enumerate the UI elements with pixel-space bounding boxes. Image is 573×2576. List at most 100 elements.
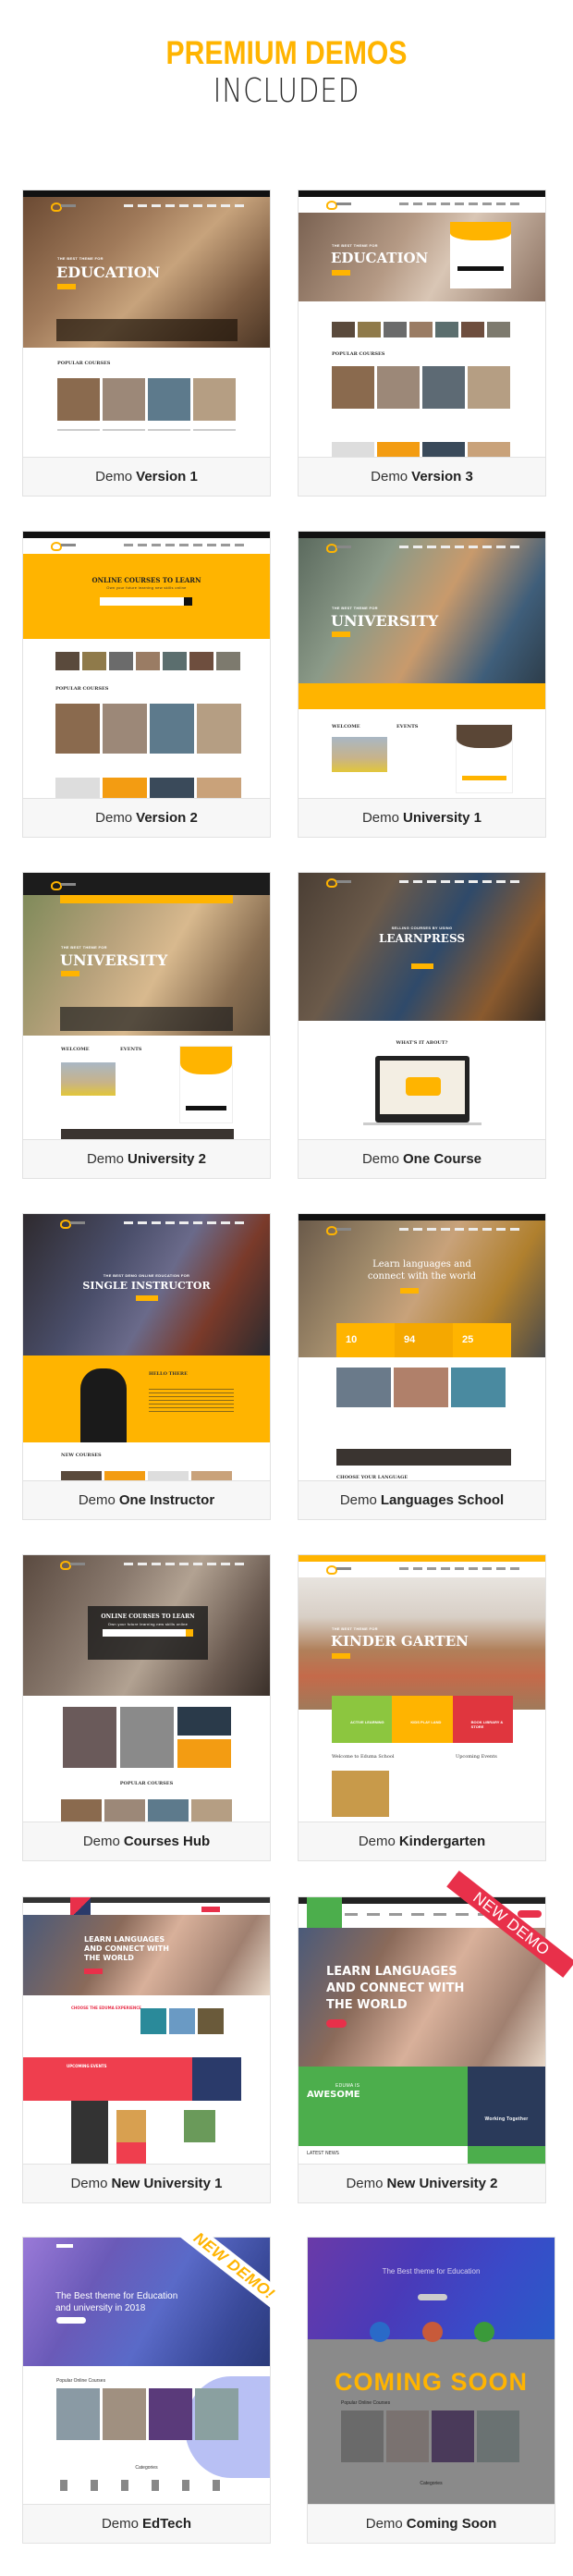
demo-label[interactable]: Demo Languages School — [299, 1481, 545, 1519]
section-title: WELCOME — [61, 1047, 90, 1052]
demo-card-university-1[interactable]: THE BEST THEME FOR UNIVERSITY WELCOME EV… — [298, 531, 546, 838]
logo-icon — [51, 881, 77, 890]
thumb-nav — [124, 544, 244, 546]
demo-label[interactable]: Demo Kindergarten — [299, 1822, 545, 1860]
hero-button — [400, 1288, 419, 1294]
demo-card-languages-school[interactable]: Learn languages and connect with the wor… — [298, 1213, 546, 1520]
label-prefix: Demo — [95, 469, 133, 485]
demo-card-kindergarten[interactable]: THE BEST THEME FOR KINDER GARTEN ACTIVE … — [298, 1554, 546, 1861]
demo-screenshot[interactable]: THE BEST THEME FOR EDUCATION POPULAR COU… — [23, 190, 270, 458]
demo-name: Languages School — [380, 1492, 505, 1508]
demo-label[interactable]: Demo Coming Soon — [308, 2505, 555, 2543]
demo-card-new-university-1[interactable]: LEARN LANGUAGES AND CONNECT WITH THE WOR… — [22, 1896, 271, 2203]
section-title-2: EVENTS — [120, 1047, 142, 1052]
category-icons — [60, 2480, 236, 2491]
demo-screenshot[interactable]: THE BEST THEME FOR UNIVERSITY WELCOME EV… — [23, 873, 270, 1140]
demo-label[interactable]: Demo Courses Hub — [23, 1822, 270, 1860]
hero-title: EDUCATION — [331, 250, 429, 266]
label-prefix: Demo — [339, 1492, 377, 1508]
hero-subtitle: Own your future learning new skills onli… — [106, 585, 187, 590]
demo-card-version-1[interactable]: THE BEST THEME FOR EDUCATION POPULAR COU… — [22, 190, 271, 497]
hero-image: THE BEST THEME FOR UNIVERSITY — [299, 538, 545, 683]
demo-card-edtech[interactable]: The Best theme for Education and univers… — [22, 2213, 299, 2544]
course-thumbs — [61, 1471, 232, 1480]
demo-screenshot[interactable]: SELLING COURSES BY USING LEARNPRESS WHAT… — [299, 873, 545, 1140]
course-thumbs — [332, 366, 510, 409]
section-title: Popular Online Courses — [341, 2400, 391, 2406]
course-thumbs — [56, 2388, 238, 2440]
hero-kicker: THE BEST THEME FOR — [61, 945, 107, 950]
thumb-topbar — [299, 1214, 545, 1221]
demo-screenshot[interactable]: THE BEST THEME FOR UNIVERSITY WELCOME EV… — [299, 532, 545, 799]
demo-label[interactable]: Demo University 2 — [23, 1140, 270, 1178]
section-title: CHOOSE THE EDUMA EXPERIENCE — [71, 2006, 141, 2010]
demo-screenshot[interactable]: THE BEST THEME FOR EDUCATION POPULAR COU… — [299, 190, 545, 458]
demo-label[interactable]: Demo One Course — [299, 1140, 545, 1178]
search-box: ONLINE COURSES TO LEARN Own your future … — [88, 1606, 208, 1660]
feature-icon-green — [474, 2322, 494, 2342]
thumb-nav — [124, 1221, 244, 1224]
logo-icon — [326, 544, 352, 553]
demo-label[interactable]: Demo University 1 — [299, 799, 545, 837]
demo-card-one-course[interactable]: SELLING COURSES BY USING LEARNPRESS WHAT… — [298, 872, 546, 1179]
demo-name: Kindergarten — [398, 1834, 486, 1849]
hero-title: ONLINE COURSES TO LEARN — [101, 1613, 195, 1620]
demo-screenshot[interactable]: THE BEST DEMO ONLINE EDUCATION FOR SINGL… — [23, 1214, 270, 1481]
demo-screenshot[interactable]: LEARN LANGUAGES AND CONNECT WITH THE WOR… — [299, 1897, 545, 2165]
hero-image: THE BEST THEME FOR EDUCATION — [299, 213, 545, 301]
demo-card-version-3[interactable]: THE BEST THEME FOR EDUCATION POPULAR COU… — [298, 190, 546, 497]
label-prefix: Demo — [101, 2516, 139, 2532]
demo-screenshot[interactable]: THE BEST THEME FOR KINDER GARTEN ACTIVE … — [299, 1555, 545, 1822]
course-thumbs — [341, 2410, 519, 2462]
demo-name: One Instructor — [118, 1492, 215, 1508]
demo-card-version-2[interactable]: ONLINE COURSES TO LEARN Own your future … — [22, 531, 271, 838]
hero-title-2: AND CONNECT WITH — [84, 1944, 169, 1953]
course-thumbs — [55, 704, 241, 754]
demo-label[interactable]: Demo EdTech — [23, 2505, 270, 2543]
demo-card-coming-soon[interactable]: The Best theme for Education Popular Onl… — [307, 2237, 555, 2544]
hero-button — [136, 1295, 158, 1301]
hero-kicker: SELLING COURSES BY USING — [391, 926, 453, 930]
demo-card-courses-hub[interactable]: ONLINE COURSES TO LEARN Own your future … — [22, 1554, 271, 1861]
demo-screenshot[interactable]: ONLINE COURSES TO LEARN Own your future … — [23, 1555, 270, 1822]
feature-icon-blue — [370, 2322, 390, 2342]
demo-label[interactable]: Demo Version 1 — [23, 458, 270, 496]
hero-image: SELLING COURSES BY USING LEARNPRESS — [299, 873, 545, 1021]
section-title-2: Categories — [420, 2481, 443, 2486]
demo-card-university-2[interactable]: THE BEST THEME FOR UNIVERSITY WELCOME EV… — [22, 872, 271, 1179]
section-title-2: LATEST NEWS — [307, 2151, 339, 2156]
demo-card-one-instructor[interactable]: THE BEST DEMO ONLINE EDUCATION FOR SINGL… — [22, 1213, 271, 1520]
section-title: POPULAR COURSES — [332, 351, 385, 357]
hero-title-2: connect with the world — [367, 1271, 477, 1282]
demo-screenshot[interactable]: LEARN LANGUAGES AND CONNECT WITH THE WOR… — [23, 1897, 270, 2165]
demo-label[interactable]: Demo New University 2 — [299, 2165, 545, 2202]
course-thumbs-2 — [332, 442, 510, 457]
signup-form — [450, 222, 511, 288]
logo-icon — [326, 1226, 352, 1235]
demo-name: Version 3 — [411, 469, 473, 485]
green-block — [468, 2146, 545, 2164]
hero-title: LEARN LANGUAGES — [84, 1935, 165, 1944]
demo-card-new-university-2[interactable]: LEARN LANGUAGES AND CONNECT WITH THE WOR… — [298, 1871, 573, 2203]
demo-name: Courses Hub — [123, 1834, 211, 1849]
demo-label[interactable]: Demo Version 2 — [23, 799, 270, 837]
section-title: CHOOSE YOUR LANGUAGE — [336, 1475, 408, 1480]
demo-screenshot[interactable]: Learn languages and connect with the wor… — [299, 1214, 545, 1481]
hero-button — [57, 284, 76, 289]
thumb-nav — [399, 880, 519, 883]
course-tile — [177, 1739, 231, 1768]
demo-name: Version 1 — [136, 469, 198, 485]
demo-label[interactable]: Demo One Instructor — [23, 1481, 270, 1519]
course-tile — [177, 1707, 231, 1736]
demo-screenshot[interactable]: ONLINE COURSES TO LEARN Own your future … — [23, 532, 270, 799]
stats-bar: 10 94 25 — [336, 1323, 511, 1357]
course-thumbs-2 — [55, 778, 241, 798]
demo-screenshot[interactable]: The Best theme for Education Popular Onl… — [308, 2238, 555, 2505]
hero-title: ONLINE COURSES TO LEARN — [91, 576, 201, 584]
demo-label[interactable]: Demo Version 3 — [299, 458, 545, 496]
demo-label[interactable]: Demo New University 1 — [23, 2165, 270, 2202]
hero-button — [61, 971, 79, 976]
hero-button — [411, 963, 433, 969]
promo-banner — [336, 1449, 511, 1466]
hero-image: ONLINE COURSES TO LEARN Own your future … — [23, 1555, 270, 1696]
